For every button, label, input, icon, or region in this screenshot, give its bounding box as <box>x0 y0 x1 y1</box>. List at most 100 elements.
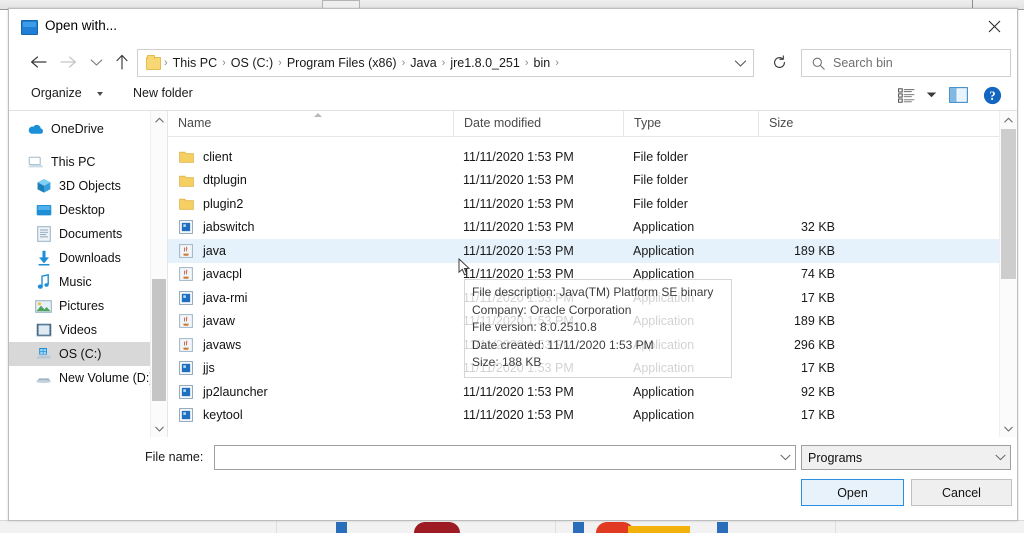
sidebar-item-3d-objects[interactable]: 3D Objects <box>9 174 167 198</box>
sidebar-item-new-volume-d[interactable]: New Volume (D:) <box>9 366 167 390</box>
preview-pane-icon[interactable] <box>943 84 973 106</box>
file-type-filter-select[interactable]: Programs <box>801 445 1011 470</box>
sidebar-item-music[interactable]: Music <box>9 270 167 294</box>
column-header-name[interactable]: Name <box>168 111 453 136</box>
file-size-cell: 296 KB <box>793 337 835 352</box>
sort-ascending-icon <box>314 113 322 117</box>
sidebar-item-downloads[interactable]: Downloads <box>9 246 167 270</box>
folder-icon <box>178 149 194 165</box>
sidebar-item-os-c[interactable]: OS (C:) <box>9 342 167 366</box>
sidebar-item-desktop[interactable]: Desktop <box>9 198 167 222</box>
java-coffee-icon <box>178 243 194 259</box>
videos-icon <box>35 322 52 338</box>
column-header-type[interactable]: Type <box>623 111 758 136</box>
dialog-title: Open with... <box>45 18 118 33</box>
table-row[interactable]: jp2launcher 11/11/2020 1:53 PM Applicati… <box>168 380 1017 404</box>
breadcrumb-item-program-files[interactable]: Program Files (x86) <box>283 51 401 75</box>
navigation-pane: OneDrive This PC 3D Objects Desktop Docu… <box>9 111 167 437</box>
open-button[interactable]: Open <box>801 479 904 506</box>
file-date-cell: 11/11/2020 1:53 PM <box>463 408 574 423</box>
scroll-up-arrow-icon[interactable] <box>151 111 167 128</box>
monitor-icon <box>21 20 38 35</box>
downloads-icon <box>35 250 52 266</box>
exe-blue-icon <box>178 290 194 306</box>
breadcrumb-item-this-pc[interactable]: This PC <box>169 51 221 75</box>
file-name-cell: java <box>178 243 226 259</box>
column-header-date-modified[interactable]: Date modified <box>453 111 623 136</box>
chevron-down-icon[interactable] <box>990 454 1010 461</box>
file-size-cell: 92 KB <box>800 384 835 399</box>
breadcrumb-item-jre[interactable]: jre1.8.0_251 <box>446 51 524 75</box>
column-header-size[interactable]: Size <box>758 111 846 136</box>
table-row[interactable]: dtplugin 11/11/2020 1:53 PM File folder <box>168 169 1017 193</box>
scroll-down-arrow-icon[interactable] <box>151 420 167 437</box>
file-name-cell: plugin2 <box>178 196 243 212</box>
sidebar-item-pictures[interactable]: Pictures <box>9 294 167 318</box>
help-icon[interactable]: ? <box>977 84 1007 106</box>
table-row[interactable]: plugin2 11/11/2020 1:53 PM File folder <box>168 192 1017 216</box>
file-list-scrollbar-thumb[interactable] <box>1001 129 1016 279</box>
sidebar-item-label: Pictures <box>59 299 105 313</box>
exe-blue-icon <box>178 384 194 400</box>
new-folder-button[interactable]: New folder <box>133 86 193 100</box>
sidebar-item-documents[interactable]: Documents <box>9 222 167 246</box>
file-name-cell: java-rmi <box>178 290 247 306</box>
back-button[interactable] <box>27 51 49 73</box>
scroll-down-arrow-icon[interactable] <box>1000 420 1017 437</box>
table-row[interactable]: jabswitch 11/11/2020 1:53 PM Application… <box>168 216 1017 240</box>
forward-button[interactable] <box>57 51 79 73</box>
view-list-icon[interactable] <box>893 84 919 106</box>
breadcrumb-item-java[interactable]: Java <box>406 51 440 75</box>
breadcrumb-separator: › <box>555 57 559 69</box>
breadcrumb-item-os-c[interactable]: OS (C:) <box>227 51 277 75</box>
dialog-body: OneDrive This PC 3D Objects Desktop Docu… <box>9 111 1017 437</box>
chevron-down-icon[interactable] <box>923 84 939 106</box>
file-name-label: client <box>203 149 233 164</box>
file-name-label: dtplugin <box>203 173 247 188</box>
file-size-cell: 17 KB <box>800 290 835 305</box>
sidebar-scrollbar[interactable] <box>150 111 167 437</box>
address-bar[interactable]: › This PC › OS (C:) › Program Files (x86… <box>137 49 754 77</box>
documents-icon <box>35 226 52 242</box>
file-name-label: javacpl <box>203 267 242 282</box>
file-type-cell: Application <box>633 220 695 235</box>
refresh-button[interactable] <box>765 49 793 75</box>
chevron-down-icon[interactable] <box>97 92 103 96</box>
organize-button[interactable]: Organize <box>31 86 82 100</box>
sidebar-scrollbar-thumb[interactable] <box>152 279 166 401</box>
search-input[interactable]: Search bin <box>833 56 893 70</box>
up-button[interactable] <box>111 51 133 73</box>
search-box[interactable]: Search bin <box>801 49 1011 77</box>
file-name-cell: jjs <box>178 360 215 376</box>
cancel-button[interactable]: Cancel <box>911 479 1012 506</box>
sidebar-item-this-pc[interactable]: This PC <box>9 150 167 174</box>
taskbar-app-icon <box>336 522 347 533</box>
taskbar-app-icon <box>573 522 584 533</box>
table-row[interactable]: keytool 11/11/2020 1:53 PM Application 1… <box>168 404 1017 428</box>
file-name-label: java-rmi <box>203 290 248 305</box>
file-name-label: javaw <box>203 314 235 329</box>
file-name-label: jp2launcher <box>203 384 268 399</box>
scroll-up-arrow-icon[interactable] <box>1000 111 1017 128</box>
file-name-input[interactable] <box>214 445 796 470</box>
sidebar-item-onedrive[interactable]: OneDrive <box>9 117 167 141</box>
file-name-cell: jabswitch <box>178 219 254 235</box>
svg-text:?: ? <box>989 89 995 103</box>
chevron-down-icon[interactable] <box>727 51 753 75</box>
command-bar-right-group: ? <box>893 84 1007 106</box>
file-list-scrollbar[interactable] <box>999 111 1017 437</box>
sidebar-item-label: New Volume (D:) <box>59 371 154 385</box>
this-pc-icon <box>27 154 44 170</box>
sidebar-item-videos[interactable]: Videos <box>9 318 167 342</box>
taskbar-app-icon <box>717 522 728 533</box>
file-type-cell: File folder <box>633 173 688 188</box>
table-row[interactable]: client 11/11/2020 1:53 PM File folder <box>168 145 1017 169</box>
file-name-label: keytool <box>203 408 243 423</box>
dialog-footer: File name: Programs Open Cancel <box>9 437 1017 519</box>
recent-locations-button[interactable] <box>85 51 107 73</box>
close-button[interactable] <box>971 9 1017 43</box>
chevron-down-icon[interactable] <box>775 454 795 461</box>
table-row[interactable]: java 11/11/2020 1:53 PM Application 189 … <box>168 239 1017 263</box>
breadcrumb-item-bin[interactable]: bin <box>530 51 555 75</box>
folder-icon <box>178 172 194 188</box>
